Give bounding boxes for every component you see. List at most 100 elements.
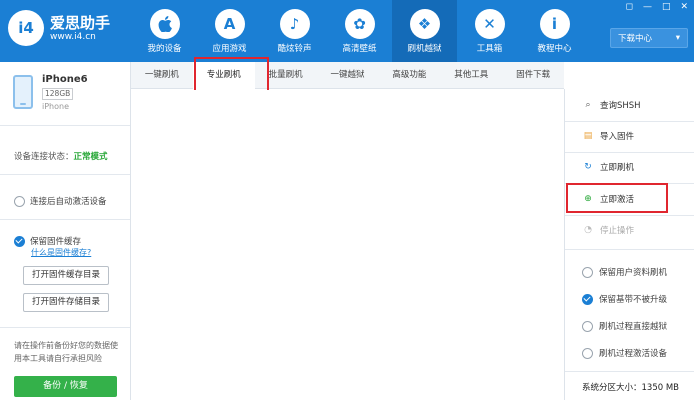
flash-now-button[interactable]: ↻ 立即刷机: [582, 161, 634, 173]
settings-icon[interactable]: ◻: [625, 2, 632, 12]
option-label: 刷机过程激活设备: [599, 349, 668, 359]
divider: [0, 327, 130, 328]
divider: [0, 174, 130, 175]
tab-other-tools[interactable]: 其他工具: [440, 62, 502, 89]
option-label: 保留用户资料刷机: [599, 268, 668, 278]
tab-one-click-flash[interactable]: 一键刷机: [131, 62, 193, 89]
folder-import-icon: ▤: [583, 131, 593, 141]
connection-status-label: 设备连接状态：: [14, 152, 74, 162]
keep-cache-option[interactable]: 保留固件缓存: [14, 235, 81, 247]
app-name: 爱思助手: [50, 14, 111, 32]
i4-logo-icon: i4: [8, 10, 44, 46]
nav-apps-games[interactable]: A 应用游戏: [197, 0, 262, 62]
window-controls: ◻ — □ ✕: [625, 2, 688, 12]
nav-wallpapers[interactable]: ✿ 高清壁纸: [327, 0, 392, 62]
device-capacity-badge: 128GB: [42, 88, 74, 100]
main-nav: 我的设备 A 应用游戏 ♪ 酷炫铃声 ✿ 高清壁纸 ❖ 刷机越狱 ✕ 工具箱 i…: [132, 0, 587, 62]
main-content-area: [131, 90, 564, 400]
divider: [565, 121, 694, 122]
radio-unchecked-icon[interactable]: [582, 266, 593, 278]
nav-label: 酷炫铃声: [277, 44, 312, 54]
open-store-dir-button[interactable]: 打开固件存储目录: [23, 293, 109, 312]
option-label: 保留基带不被升级: [599, 295, 668, 305]
option-keep-baseband[interactable]: 保留基带不被升级: [582, 293, 667, 305]
nav-label: 我的设备: [147, 44, 182, 54]
nav-label: 高清壁纸: [342, 44, 377, 54]
bell-icon: ♪: [279, 9, 310, 39]
checkbox-checked-icon[interactable]: [582, 293, 593, 305]
what-is-cache-link[interactable]: 什么是固件缓存?: [31, 247, 91, 258]
option-label: 刷机过程直接越狱: [599, 322, 668, 332]
app-url: www.i4.cn: [50, 32, 96, 42]
chevron-down-icon: ▾: [675, 33, 680, 43]
tab-advanced[interactable]: 高级功能: [378, 62, 440, 89]
download-center-label: 下载中心: [618, 34, 653, 44]
tools-icon: ✕: [474, 9, 505, 39]
stop-icon: ◔: [584, 225, 592, 235]
flower-icon: ✿: [344, 9, 375, 39]
auto-activate-option[interactable]: 连接后自动激活设备: [14, 195, 107, 207]
action-label: 立即刷机: [600, 163, 635, 173]
action-label: 立即激活: [600, 195, 635, 205]
app-header: i4 爱思助手 www.i4.cn 我的设备 A 应用游戏 ♪ 酷炫铃声 ✿ 高…: [0, 0, 694, 62]
divider: [0, 219, 130, 220]
flash-tabs: 一键刷机 专业刷机 批量刷机 一键越狱 高级功能 其他工具 固件下载: [131, 62, 564, 90]
tab-pro-flash[interactable]: 专业刷机: [192, 62, 255, 90]
divider: [565, 371, 694, 372]
nav-label: 教程中心: [537, 44, 572, 54]
system-partition-size: 系统分区大小：1350 MB: [582, 383, 679, 393]
globe-icon: ⊕: [584, 194, 592, 204]
nav-label: 应用游戏: [212, 44, 247, 54]
download-center-button[interactable]: 下载中心 ▾: [610, 28, 688, 48]
dropbox-icon: ❖: [409, 9, 440, 39]
import-firmware-button[interactable]: ▤ 导入固件: [582, 130, 634, 142]
divider: [565, 215, 694, 216]
refresh-icon: ↻: [584, 162, 592, 172]
app-logo: i4 爱思助手 www.i4.cn: [8, 10, 128, 52]
right-panel: ⌕ 查询SHSH ▤ 导入固件 ↻ 立即刷机 ⊕ 立即激活 ◔ 停止操作 保留用…: [564, 89, 694, 400]
auto-activate-label: 连接后自动激活设备: [30, 197, 107, 207]
divider: [565, 249, 694, 250]
backup-restore-button[interactable]: 备份 / 恢复: [14, 376, 117, 397]
info-icon: i: [539, 9, 570, 39]
action-label: 停止操作: [600, 226, 635, 236]
nav-toolbox[interactable]: ✕ 工具箱: [457, 0, 522, 62]
nav-my-device[interactable]: 我的设备: [132, 0, 197, 62]
divider: [565, 152, 694, 153]
tab-one-click-jailbreak[interactable]: 一键越狱: [317, 62, 379, 89]
activate-now-button[interactable]: ⊕ 立即激活: [582, 193, 634, 205]
device-model: iPhone: [42, 102, 70, 111]
divider: [565, 183, 694, 184]
left-panel: iPhone6 128GB iPhone 设备连接状态：正常模式 连接后自动激活…: [0, 62, 131, 400]
tab-batch-flash[interactable]: 批量刷机: [255, 62, 317, 89]
radio-unchecked-icon[interactable]: [582, 320, 593, 332]
connection-status-value: 正常模式: [73, 152, 108, 162]
radio-unchecked-icon[interactable]: [14, 195, 25, 207]
action-label: 导入固件: [600, 132, 635, 142]
iphone-icon: [13, 75, 33, 109]
app-store-icon: A: [214, 9, 245, 39]
nav-flash-jailbreak[interactable]: ❖ 刷机越狱: [392, 0, 457, 62]
stop-operation-button[interactable]: ◔ 停止操作: [582, 224, 634, 236]
device-name: iPhone6: [42, 74, 88, 85]
option-keep-user-data[interactable]: 保留用户资料刷机: [582, 266, 667, 278]
nav-ringtones[interactable]: ♪ 酷炫铃声: [262, 0, 327, 62]
restore-icon[interactable]: □: [662, 2, 671, 12]
close-icon[interactable]: ✕: [680, 2, 688, 12]
connection-status: 设备连接状态：正常模式: [14, 150, 108, 162]
radio-unchecked-icon[interactable]: [582, 347, 593, 359]
backup-warning: 请在操作前备份好您的数据使用本工具请自行承担风险: [14, 341, 118, 363]
nav-label: 工具箱: [476, 44, 503, 54]
open-cache-dir-button[interactable]: 打开固件缓存目录: [23, 266, 109, 285]
nav-tutorials[interactable]: i 教程中心: [522, 0, 587, 62]
keep-cache-label: 保留固件缓存: [30, 237, 82, 247]
tab-firmware-download[interactable]: 固件下载: [502, 62, 564, 89]
option-jailbreak-during-flash[interactable]: 刷机过程直接越狱: [582, 320, 667, 332]
query-shsh-button[interactable]: ⌕ 查询SHSH: [582, 99, 640, 111]
search-icon: ⌕: [585, 100, 591, 110]
apple-icon: [149, 9, 180, 39]
option-activate-during-flash[interactable]: 刷机过程激活设备: [582, 347, 667, 359]
checkbox-checked-icon[interactable]: [14, 235, 25, 247]
nav-label: 刷机越狱: [407, 44, 442, 54]
minimize-icon[interactable]: —: [643, 2, 652, 12]
